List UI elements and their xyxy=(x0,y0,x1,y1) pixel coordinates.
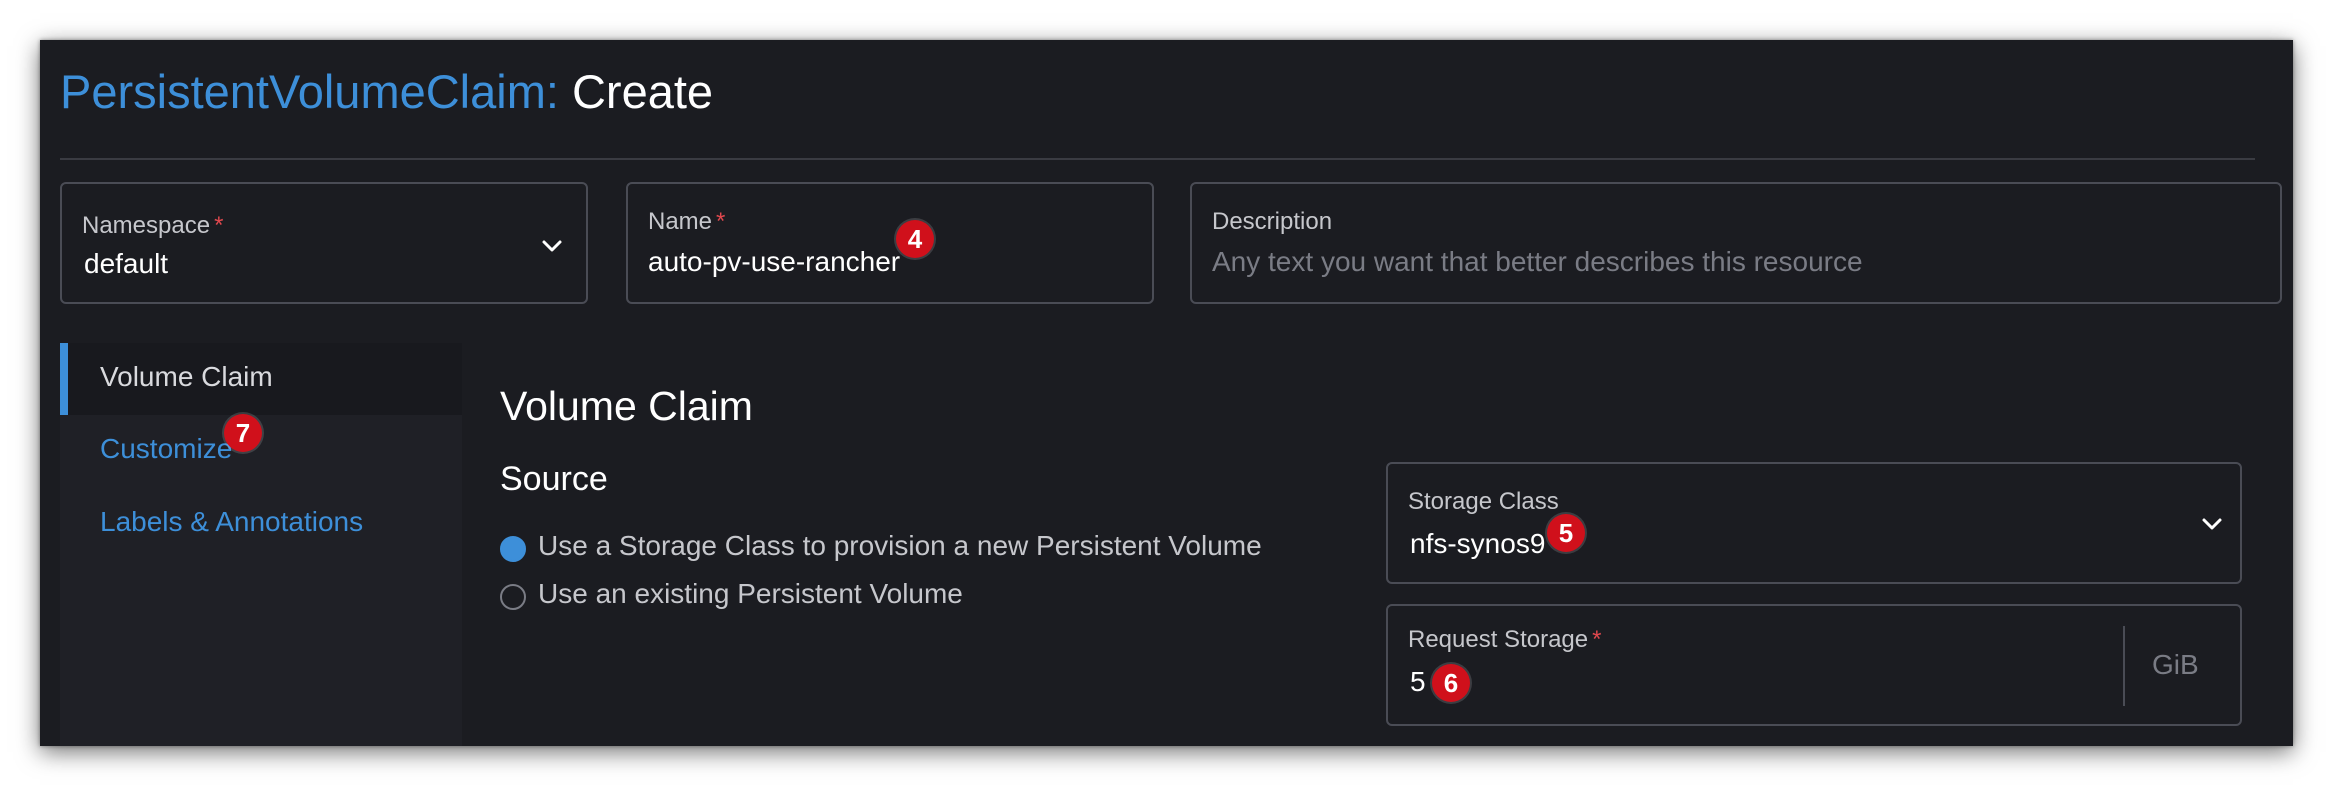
annotation-badge-6: 6 xyxy=(1432,664,1470,702)
page-title-resource-type: PersistentVolumeClaim: xyxy=(60,65,559,118)
annotation-badge-7: 7 xyxy=(224,414,262,452)
sidebar-item-label: Labels & Annotations xyxy=(100,506,364,537)
request-storage-value: 5 xyxy=(1410,666,1426,697)
section-heading-volume-claim: Volume Claim xyxy=(500,383,753,429)
description-field[interactable]: Description Any text you want that bette… xyxy=(1190,182,2282,304)
annotation-badge-5: 5 xyxy=(1547,514,1585,552)
chevron-down-icon xyxy=(542,240,562,252)
storage-class-select[interactable]: Storage Class nfs-synos9 xyxy=(1386,462,2242,584)
request-storage-label-text: Request Storage xyxy=(1408,626,1589,653)
storage-class-value: nfs-synos9 xyxy=(1410,528,1546,559)
description-placeholder: Any text you want that better describes … xyxy=(1212,246,1863,277)
required-mark: * xyxy=(1592,626,1602,653)
header-divider xyxy=(60,158,2255,160)
request-storage-unit: GiB xyxy=(2152,649,2199,680)
section-heading-source: Source xyxy=(500,460,608,498)
required-mark: * xyxy=(214,212,224,239)
annotation-badge-4: 4 xyxy=(896,220,934,258)
name-field[interactable]: Name * auto-pv-use-rancher xyxy=(626,182,1154,304)
name-label: Name * xyxy=(648,208,725,236)
app-window: PersistentVolumeClaim: Create Namespace *… xyxy=(40,40,2293,746)
request-storage-field[interactable]: Request Storage * 5 GiB xyxy=(1386,604,2242,726)
radio-existing-volume[interactable] xyxy=(500,584,526,610)
radio-storage-class[interactable] xyxy=(500,536,526,562)
chevron-down-icon xyxy=(2202,518,2222,530)
description-label: Description xyxy=(1212,208,1333,235)
sidebar-item-volume-claim[interactable]: Volume Claim xyxy=(60,343,462,415)
sidebar-item-label: Customize xyxy=(100,433,233,464)
name-value: auto-pv-use-rancher xyxy=(648,246,901,277)
namespace-select[interactable]: Namespace * default xyxy=(60,182,588,304)
sidebar: Volume Claim Customize Labels & Annotati… xyxy=(60,343,462,746)
name-label-text: Name xyxy=(648,208,713,235)
sidebar-item-label: Volume Claim xyxy=(100,361,273,392)
radio-label-storage-class[interactable]: Use a Storage Class to provision a new P… xyxy=(538,530,1262,562)
namespace-value: default xyxy=(84,248,169,279)
storage-class-label: Storage Class xyxy=(1408,488,1559,515)
sidebar-item-customize[interactable]: Customize xyxy=(60,415,462,487)
request-storage-label: Request Storage * xyxy=(1408,626,1601,654)
page-title-action: Create xyxy=(571,65,714,118)
unit-divider xyxy=(2123,626,2125,706)
namespace-label: Namespace * xyxy=(82,212,223,240)
page-title: PersistentVolumeClaim: Create xyxy=(60,64,713,120)
namespace-label-text: Namespace xyxy=(82,212,211,239)
sidebar-item-labels-annotations[interactable]: Labels & Annotations xyxy=(60,488,462,560)
radio-label-existing-volume[interactable]: Use an existing Persistent Volume xyxy=(538,578,963,610)
required-mark: * xyxy=(716,208,726,235)
